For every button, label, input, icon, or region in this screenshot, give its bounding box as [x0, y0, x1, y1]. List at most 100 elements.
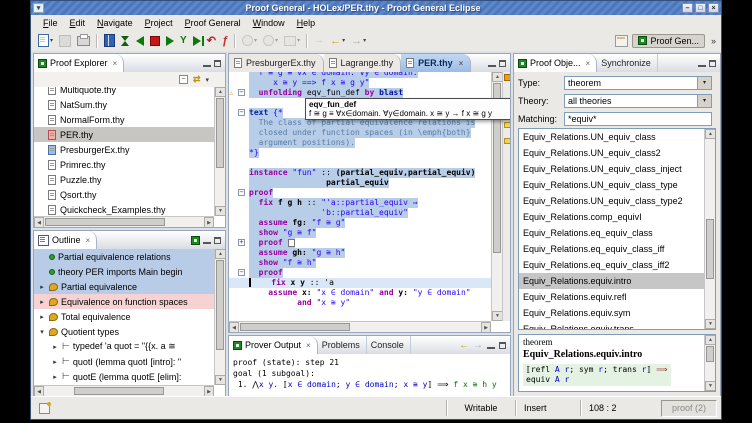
editor-line[interactable]: closed under function spaces (in \emph{b… [229, 128, 491, 138]
back-history-button[interactable]: ←▾ [328, 35, 347, 47]
editor-line[interactable]: ⚠− unfolding eqv_fun_def by blast [229, 88, 491, 98]
perspective-overflow-chevron[interactable]: » [711, 36, 716, 46]
menu-project[interactable]: Project [139, 17, 179, 29]
scroll-left-icon[interactable]: ◀ [34, 217, 44, 228]
undo-step-button[interactable] [134, 35, 146, 47]
open-definition-button[interactable] [102, 33, 117, 48]
tab-proof-objects[interactable]: Proof Obje... × [514, 54, 597, 72]
editor-horizontal-scrollbar[interactable]: ◀ ▶ [229, 321, 491, 332]
minimize-window-button[interactable]: – [682, 3, 693, 13]
close-icon[interactable]: × [459, 59, 464, 68]
maximize-window-button[interactable]: □ [695, 3, 706, 13]
fold-collapse-icon[interactable]: − [238, 109, 245, 116]
menu-window[interactable]: Window [247, 17, 291, 29]
outline-item[interactable]: ▸⊢typedef 'a quot = "{{x. a ≅ [34, 339, 214, 354]
editor-tab-presburgerex-thy[interactable]: PresburgerEx.thy [229, 54, 324, 72]
editor-line[interactable]: assume fg: "f ≅ g" [229, 218, 491, 228]
close-window-button[interactable]: × [708, 3, 719, 13]
minimize-view-button[interactable] [487, 342, 495, 349]
editor-line[interactable]: 'b::partial_equiv" [229, 208, 491, 218]
editor-line[interactable]: + proof [229, 238, 491, 248]
close-icon[interactable]: × [586, 59, 591, 68]
theorem-item[interactable]: Equiv_Relations.eq_equiv_class [519, 225, 704, 241]
close-icon[interactable]: × [306, 341, 311, 350]
tab-prover-output[interactable]: Prover Output × [229, 336, 318, 354]
scroll-up-icon[interactable]: ▲ [705, 129, 716, 139]
editor-line[interactable]: partial_equiv [229, 178, 491, 188]
expand-arrow-icon[interactable]: ▸ [38, 298, 46, 306]
perspective-proof-general-button[interactable]: Proof Gen... [632, 34, 705, 48]
editor-line[interactable]: x ≅ y ==> f x ≅ g y" [229, 78, 491, 88]
close-icon[interactable]: × [113, 59, 118, 68]
file-item[interactable]: Quickcheck_Examples.thy [34, 202, 214, 216]
theorem-item[interactable]: Equiv_Relations.UN_equiv_class [519, 129, 704, 145]
expand-arrow-icon[interactable]: ▸ [38, 313, 46, 321]
theorem-item[interactable]: Equiv_Relations.UN_equiv_class_inject [519, 161, 704, 177]
theorem-item[interactable]: Equiv_Relations.equiv.sym [519, 305, 704, 321]
theorem-item[interactable]: Equiv_Relations.equiv.refl [519, 289, 704, 305]
forward-icon[interactable]: → [473, 340, 483, 351]
outline-item[interactable]: ▸⊢quotI (lemma quotI [intro]: " [34, 354, 214, 369]
matching-input[interactable] [564, 112, 712, 126]
editor-line[interactable]: − proof [229, 268, 491, 278]
expand-arrow-icon[interactable]: ▸ [38, 283, 46, 291]
editor-line[interactable]: instance "fun" :: (partial_equiv,partial… [229, 168, 491, 178]
activate-scripting-button[interactable]: ƒ [220, 35, 230, 47]
scroll-right-icon[interactable]: ▶ [204, 217, 214, 228]
editor-line[interactable]: *} [229, 148, 491, 158]
file-item[interactable]: Qsort.thy [34, 187, 214, 202]
maximize-view-button[interactable] [214, 237, 221, 244]
expand-arrow-icon[interactable]: ▸ [51, 343, 59, 351]
outline-item[interactable]: ▸Partial equivalence [34, 279, 214, 294]
expand-arrow-icon[interactable]: ▸ [51, 373, 59, 381]
editor-line[interactable]: show "g ≅ f" [229, 228, 491, 238]
tab-outline[interactable]: Outline × [34, 231, 97, 249]
theorem-item[interactable]: Equiv_Relations.comp_equivI [519, 209, 704, 225]
scrollbar-thumb[interactable] [706, 219, 714, 279]
tab-problems[interactable]: Problems [318, 336, 367, 354]
undo-all-button[interactable]: ↶ [205, 35, 218, 47]
theorem-item[interactable]: Equiv_Relations.eq_equiv_class_iff [519, 241, 704, 257]
outline-horizontal-scrollbar[interactable]: ◀ ▶ [34, 385, 214, 396]
expand-arrow-icon[interactable]: ▸ [51, 358, 59, 366]
theorem-item[interactable]: Equiv_Relations.UN_equiv_class_type [519, 177, 704, 193]
outline-item[interactable]: theory PER imports Main begin [34, 264, 214, 279]
file-item[interactable]: Primrec.thy [34, 157, 214, 172]
proof-explorer-horizontal-scrollbar[interactable]: ◀ ▶ [34, 216, 214, 227]
fold-collapse-icon[interactable]: − [238, 269, 245, 276]
scrollbar-thumb[interactable] [74, 387, 164, 395]
editor-line[interactable]: fix f g h :: "'a::partial_equiv ⇒ [229, 198, 491, 208]
minimize-view-button[interactable] [488, 60, 496, 67]
skip-to-end-button[interactable] [191, 35, 203, 47]
theorem-item[interactable]: Equiv_Relations.eq_equiv_class_iff2 [519, 257, 704, 273]
scroll-down-icon[interactable]: ▼ [215, 206, 226, 216]
scrollbar-thumb[interactable] [706, 346, 714, 362]
menu-file[interactable]: File [37, 17, 64, 29]
scroll-up-icon[interactable]: ▲ [215, 87, 226, 97]
theorem-item[interactable]: Equiv_Relations.equiv.intro [519, 273, 704, 289]
goto-button[interactable]: Y [178, 35, 189, 47]
occurrence-mark[interactable] [504, 122, 510, 128]
minimize-view-button[interactable] [203, 60, 211, 67]
forward-history-button[interactable]: →▾ [349, 35, 368, 47]
fold-collapse-icon[interactable]: − [238, 189, 245, 196]
interrupt-button[interactable] [148, 35, 162, 47]
fold-collapse-icon[interactable]: − [238, 89, 245, 96]
tab-proof-explorer[interactable]: Proof Explorer × [34, 54, 124, 72]
maximize-view-button[interactable] [499, 60, 506, 67]
type-combo[interactable]: theorem ▾ [564, 76, 712, 90]
theorem-list-scrollbar[interactable]: ▲ ▼ [704, 129, 715, 329]
theorem-item[interactable]: Equiv_Relations.UN_equiv_class2 [519, 145, 704, 161]
view-menu-icon[interactable]: ▾ [205, 76, 209, 84]
outline-item[interactable]: Partial equivalence relations [34, 249, 214, 264]
scroll-down-icon[interactable]: ▼ [705, 381, 716, 391]
print-button[interactable] [75, 35, 92, 47]
theorem-item[interactable]: Equiv_Relations.UN_equiv_class_type2 [519, 193, 704, 209]
theorem-item[interactable]: Equiv_Relations.equiv.trans [519, 321, 704, 329]
scroll-down-icon[interactable]: ▼ [215, 375, 226, 385]
minimize-view-button[interactable] [203, 237, 211, 244]
scroll-down-icon[interactable]: ▼ [705, 319, 716, 329]
next-step-button[interactable] [164, 35, 176, 47]
back-icon[interactable]: ← [459, 340, 469, 351]
file-item[interactable]: Puzzle.thy [34, 172, 214, 187]
